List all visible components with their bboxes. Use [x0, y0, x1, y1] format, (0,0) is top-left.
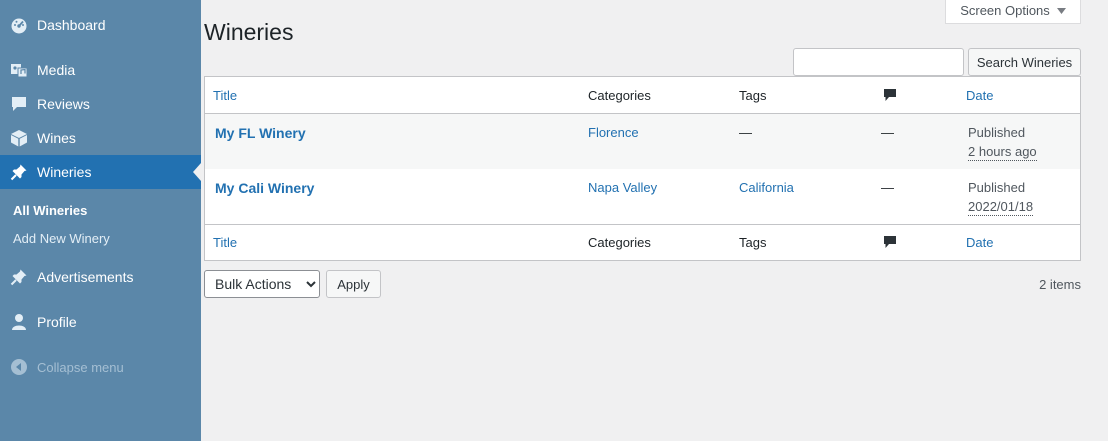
column-header-tags: Tags: [739, 88, 767, 103]
caret-down-icon: [1056, 3, 1066, 18]
menu-label-dashboard: Dashboard: [37, 17, 106, 33]
wineries-table: Title Categories Tags Date My FL Winery …: [204, 76, 1081, 261]
table-header-row: Title Categories Tags Date: [205, 77, 1080, 114]
user-icon: [10, 313, 28, 331]
post-date: 2022/01/18: [968, 199, 1034, 216]
menu-item-dashboard[interactable]: Dashboard: [0, 8, 201, 42]
menu-label-wines: Wines: [37, 130, 76, 146]
media-icon: [10, 61, 28, 79]
collapse-menu-button[interactable]: Collapse menu: [0, 350, 201, 384]
column-header-title[interactable]: Title: [213, 88, 237, 104]
screen-options-label: Screen Options: [960, 3, 1050, 18]
submenu-item-all-wineries[interactable]: All Wineries: [13, 203, 87, 219]
tags-value: —: [739, 125, 752, 140]
admin-sidebar: Dashboard Media Reviews Wines Wineries A…: [0, 0, 201, 441]
table-row: My FL Winery Florence — — Published 2 ho…: [205, 114, 1080, 169]
row-title-link[interactable]: My Cali Winery: [215, 180, 314, 196]
post-date: 2 hours ago: [968, 144, 1037, 161]
menu-label-wineries: Wineries: [37, 164, 92, 180]
menu-item-wineries[interactable]: Wineries: [0, 155, 201, 189]
menu-label-profile: Profile: [37, 314, 77, 330]
category-link[interactable]: Florence: [588, 125, 639, 141]
comment-icon: [10, 95, 28, 113]
column-footer-date[interactable]: Date: [966, 235, 993, 251]
menu-item-advertisements[interactable]: Advertisements: [0, 260, 201, 294]
search-input[interactable]: [793, 48, 964, 76]
table-footer-row: Title Categories Tags Date: [205, 224, 1080, 260]
screen-options-button[interactable]: Screen Options: [945, 0, 1081, 24]
menu-item-reviews[interactable]: Reviews: [0, 87, 201, 121]
column-header-date[interactable]: Date: [966, 88, 993, 104]
row-title-link[interactable]: My FL Winery: [215, 125, 306, 141]
bulk-actions-select[interactable]: Bulk Actions: [204, 270, 320, 298]
menu-label-advertisements: Advertisements: [37, 269, 134, 285]
post-status: Published: [968, 180, 1026, 195]
box-icon: [10, 129, 28, 147]
pin-icon: [10, 163, 28, 181]
menu-label-reviews: Reviews: [37, 96, 90, 112]
search-wineries-button[interactable]: Search Wineries: [968, 48, 1081, 76]
dashboard-icon: [10, 16, 28, 34]
column-footer-title[interactable]: Title: [213, 235, 237, 251]
menu-label-media: Media: [37, 62, 76, 78]
submenu-item-add-new-winery[interactable]: Add New Winery: [13, 231, 110, 247]
collapse-menu-label: Collapse menu: [37, 360, 124, 375]
pin-icon: [10, 268, 28, 286]
menu-item-profile[interactable]: Profile: [0, 305, 201, 339]
tag-link[interactable]: California: [739, 180, 794, 196]
column-footer-tags: Tags: [739, 235, 767, 250]
menu-item-media[interactable]: Media: [0, 53, 201, 87]
table-row: My Cali Winery Napa Valley California — …: [205, 169, 1080, 224]
page-title: Wineries: [204, 19, 294, 45]
menu-item-wines[interactable]: Wines: [0, 121, 201, 155]
items-count: 2 items: [1039, 277, 1081, 292]
wineries-submenu: All Wineries Add New Winery: [0, 189, 201, 259]
comment-icon[interactable]: [883, 235, 897, 249]
apply-button[interactable]: Apply: [326, 270, 381, 298]
comment-icon[interactable]: [883, 88, 897, 102]
category-link[interactable]: Napa Valley: [588, 180, 657, 196]
post-status: Published: [968, 125, 1026, 140]
comments-value: —: [881, 180, 894, 195]
column-header-categories: Categories: [588, 88, 651, 103]
column-footer-categories: Categories: [588, 235, 651, 250]
collapse-arrow-icon: [11, 359, 27, 375]
comments-value: —: [881, 125, 894, 140]
